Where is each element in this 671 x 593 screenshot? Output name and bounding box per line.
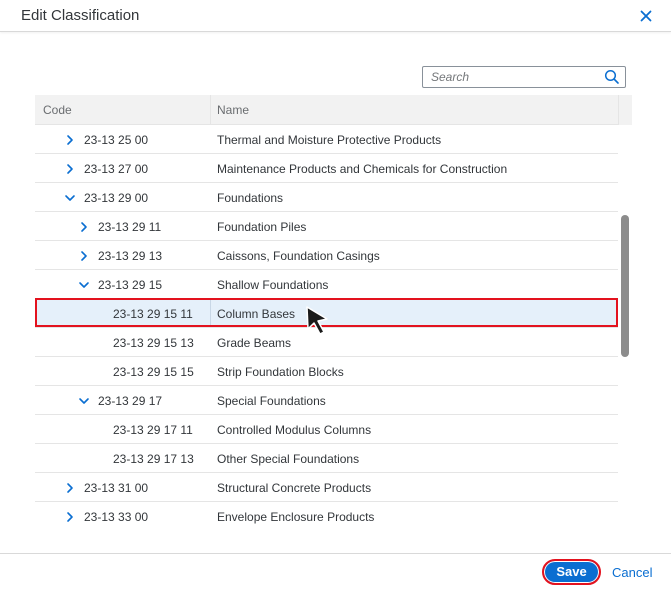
table-row[interactable]: 23-13 29 15 11 Column Bases <box>35 299 618 328</box>
dialog-header: Edit Classification <box>0 0 671 32</box>
table-row[interactable]: 23-13 29 11 Foundation Piles <box>35 212 618 241</box>
table-row[interactable]: 23-13 29 15 15 Strip Foundation Blocks <box>35 357 618 386</box>
name-cell: Envelope Enclosure Products <box>217 510 375 524</box>
name-cell: Maintenance Products and Chemicals for C… <box>217 162 508 176</box>
name-cell: Foundation Piles <box>217 220 307 234</box>
code-cell: 23-13 29 13 <box>98 249 163 263</box>
chevron-down-icon[interactable] <box>78 394 90 406</box>
name-cell: Special Foundations <box>217 394 326 408</box>
code-cell: 23-13 29 00 <box>84 191 149 205</box>
search-field[interactable] <box>422 66 626 88</box>
name-cell: Thermal and Moisture Protective Products <box>217 133 442 147</box>
chevron-down-icon[interactable] <box>64 191 76 203</box>
table-row[interactable]: 23-13 33 00 Envelope Enclosure Products <box>35 502 618 529</box>
name-cell: Other Special Foundations <box>217 452 360 466</box>
name-cell: Strip Foundation Blocks <box>217 365 344 379</box>
chevron-right-icon[interactable] <box>64 162 76 174</box>
chevron-right-icon[interactable] <box>78 249 90 261</box>
column-header-name[interactable]: Name <box>217 103 249 117</box>
column-divider <box>210 95 211 125</box>
name-cell: Structural Concrete Products <box>217 481 372 495</box>
code-cell: 23-13 27 00 <box>84 162 149 176</box>
chevron-right-icon[interactable] <box>64 133 76 145</box>
search-input[interactable] <box>431 69 601 85</box>
cancel-button[interactable]: Cancel <box>612 565 652 580</box>
name-cell: Caissons, Foundation Casings <box>217 249 380 263</box>
dialog-title: Edit Classification <box>21 7 140 24</box>
vertical-scrollbar[interactable] <box>618 125 632 529</box>
table-row[interactable]: 23-13 29 13 Caissons, Foundation Casings <box>35 241 618 270</box>
chevron-right-icon[interactable] <box>78 220 90 232</box>
table-row[interactable]: 23-13 29 15 Shallow Foundations <box>35 270 618 299</box>
table-row[interactable]: 23-13 27 00 Maintenance Products and Chem… <box>35 154 618 183</box>
edit-classification-dialog: Edit Classification Code Name 23-13 25 0… <box>0 0 671 593</box>
scrollbar-thumb[interactable] <box>621 215 629 357</box>
code-cell: 23-13 33 00 <box>84 510 149 524</box>
table-row[interactable]: 23-13 25 00 Thermal and Moisture Protecti… <box>35 125 618 154</box>
code-cell: 23-13 29 17 <box>98 394 163 408</box>
code-cell: 23-13 29 15 13 <box>113 336 194 350</box>
code-cell: 23-13 29 17 13 <box>113 452 194 466</box>
name-cell: Column Bases <box>217 307 296 321</box>
table-row[interactable]: 23-13 29 17 11 Controlled Modulus Columns <box>35 415 618 444</box>
code-cell: 23-13 29 17 11 <box>113 423 193 437</box>
name-cell: Shallow Foundations <box>217 278 329 292</box>
chevron-down-icon[interactable] <box>78 278 90 290</box>
code-cell: 23-13 31 00 <box>84 481 149 495</box>
code-cell: 23-13 25 00 <box>84 133 149 147</box>
table-row[interactable]: 23-13 29 00 Foundations <box>35 183 618 212</box>
cell-divider <box>210 299 211 327</box>
table-header: Code Name <box>35 95 632 125</box>
close-icon[interactable] <box>636 6 656 26</box>
name-cell: Controlled Modulus Columns <box>217 423 372 437</box>
code-cell: 23-13 29 15 <box>98 278 163 292</box>
name-cell: Foundations <box>217 191 284 205</box>
table-row[interactable]: 23-13 29 17 13 Other Special Foundations <box>35 444 618 473</box>
classification-tree-table: Code Name 23-13 25 00 Thermal and Moistur… <box>35 95 632 529</box>
chevron-right-icon[interactable] <box>64 510 76 522</box>
search-icon[interactable] <box>603 69 621 85</box>
code-cell: 23-13 29 11 <box>98 220 162 234</box>
table-row[interactable]: 23-13 29 15 13 Grade Beams <box>35 328 618 357</box>
scrollbar-header-spacer <box>618 95 632 125</box>
code-cell: 23-13 29 15 15 <box>113 365 194 379</box>
column-header-code[interactable]: Code <box>43 103 72 117</box>
chevron-right-icon[interactable] <box>64 481 76 493</box>
name-cell: Grade Beams <box>217 336 292 350</box>
code-cell: 23-13 29 15 11 <box>113 307 193 321</box>
table-row[interactable]: 23-13 29 17 Special Foundations <box>35 386 618 415</box>
table-row[interactable]: 23-13 31 00 Structural Concrete Products <box>35 473 618 502</box>
save-button[interactable]: Save <box>542 559 601 585</box>
